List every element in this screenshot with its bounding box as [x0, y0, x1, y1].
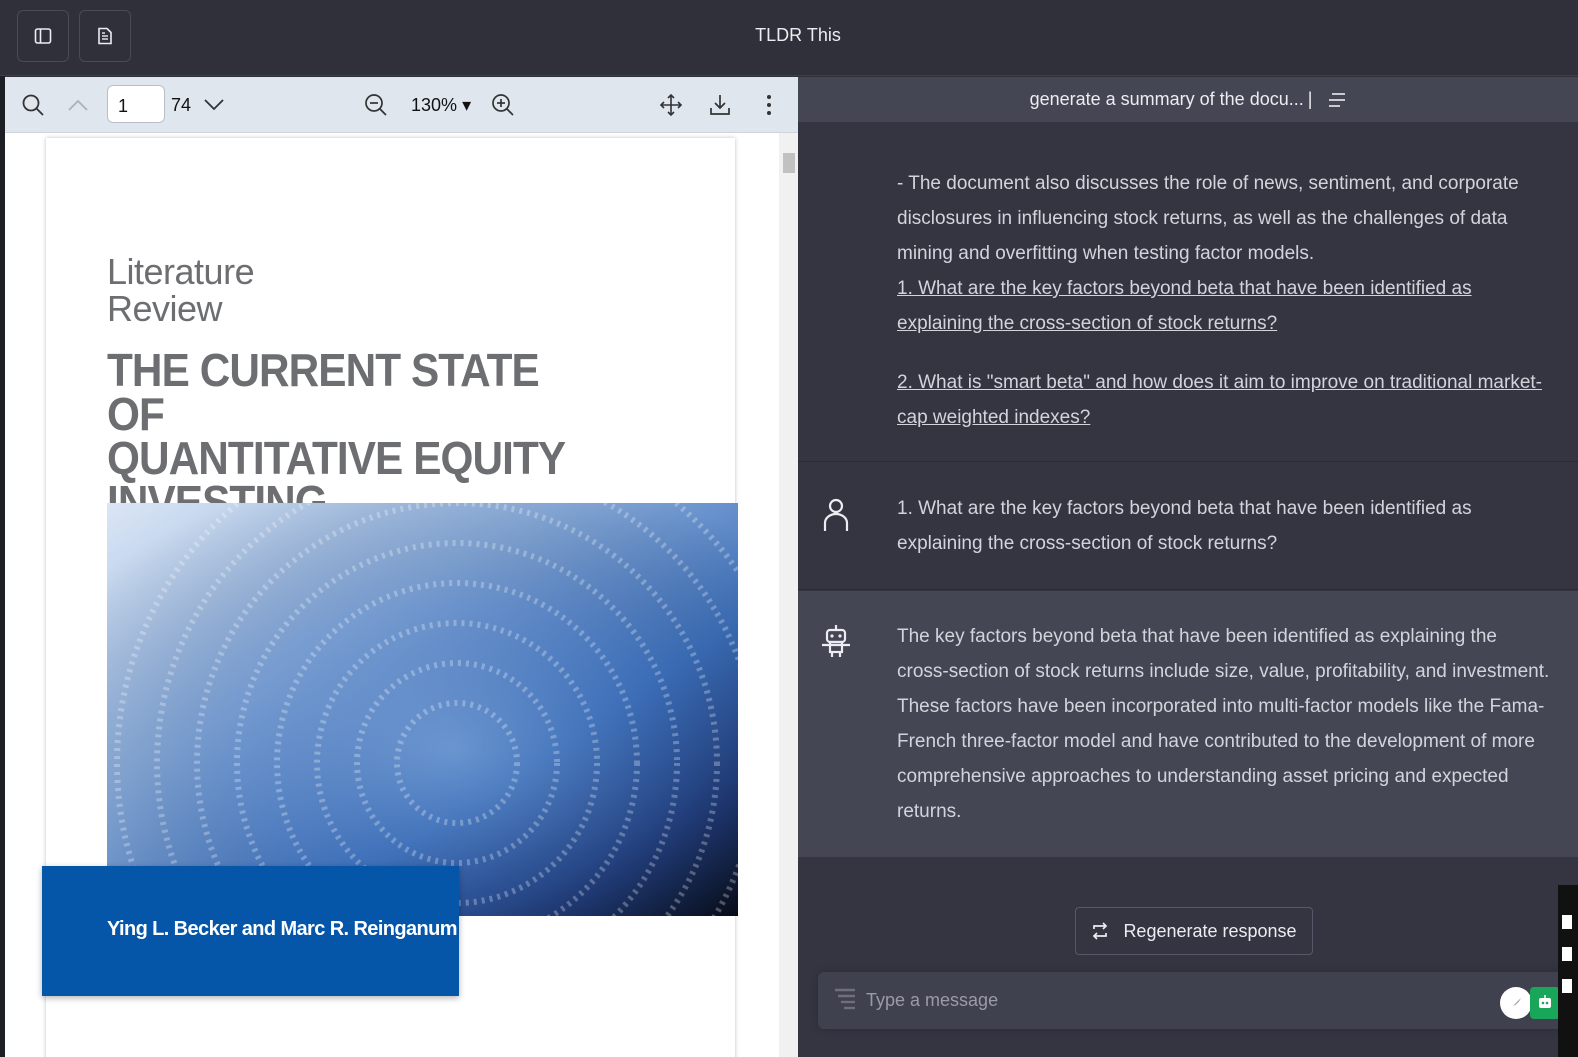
scrollbar-thumb[interactable]: [783, 153, 795, 173]
search-icon: [22, 94, 44, 116]
doc-kicker-line: Literature: [107, 251, 255, 292]
message-input-bar: [818, 972, 1568, 1029]
top-bar: TLDR This: [0, 0, 1578, 76]
download-icon: [710, 95, 730, 115]
doc-kicker: Literature Review: [107, 251, 255, 329]
search-button[interactable]: [17, 89, 49, 121]
bot-avatar: [820, 621, 852, 661]
robot-icon: [1539, 995, 1551, 1008]
regenerate-response-button[interactable]: Regenerate response: [1075, 907, 1313, 955]
previous-page-button[interactable]: [62, 89, 94, 121]
widget-square: [1562, 947, 1572, 961]
regenerate-label: Regenerate response: [1123, 920, 1297, 941]
summary-text: - The document also discusses the role o…: [897, 166, 1547, 435]
app-title: TLDR This: [755, 25, 841, 45]
zoom-out-button[interactable]: [360, 89, 392, 121]
doc-title: THE CURRENT STATE OF QUANTITATIVE EQUITY…: [107, 344, 604, 525]
summary-tail: - The document also discusses the role o…: [897, 173, 1519, 264]
feather-icon: [1511, 998, 1521, 1008]
zoom-select[interactable]: 130% ▾: [411, 95, 471, 116]
page-total: 74: [171, 95, 192, 115]
prompt-list-icon[interactable]: [834, 988, 856, 1012]
bot-message: The key factors beyond beta that have be…: [798, 591, 1578, 857]
zoom-out-icon: [365, 94, 387, 116]
user-message-text: 1. What are the key factors beyond beta …: [897, 498, 1472, 554]
download-button[interactable]: [704, 89, 736, 121]
user-avatar: [820, 495, 852, 535]
author-banner: Ying L. Becker and Marc R. Reinganum: [42, 866, 459, 996]
doc-authors: Ying L. Becker and Marc R. Reinganum: [107, 918, 458, 940]
suggested-question-link[interactable]: 1. What are the key factors beyond beta …: [897, 271, 1547, 341]
zoom-value: 130%: [411, 95, 458, 115]
page-number-input[interactable]: 1: [107, 85, 165, 123]
feather-button[interactable]: [1500, 987, 1532, 1019]
doc-title-line: QUANTITATIVE EQUITY: [107, 432, 566, 484]
bot-summary-message: - The document also discusses the role o…: [798, 122, 1578, 462]
pdf-page-view[interactable]: Literature Review THE CURRENT STATE OF Q…: [5, 133, 798, 1057]
pdf-viewer: 1 74 130% ▾ Literature Review THE CURREN…: [5, 77, 798, 1057]
message-input[interactable]: [866, 986, 1466, 1014]
bot-send-button[interactable]: [1530, 987, 1560, 1019]
fit-page-button[interactable]: [655, 89, 687, 121]
text-cursor-icon: |: [1307, 89, 1313, 109]
zoom-in-button[interactable]: [487, 89, 519, 121]
chat-header: generate a summary of the docu... |: [798, 77, 1578, 122]
chat-panel: generate a summary of the docu... | - Th…: [798, 77, 1578, 1057]
move-arrows-icon: [659, 93, 683, 117]
chevron-up-icon: [68, 99, 88, 111]
next-page-button[interactable]: [198, 89, 230, 121]
doc-kicker-line: Review: [107, 288, 223, 329]
pdf-scrollbar[interactable]: [779, 133, 798, 1057]
chevron-down-icon: [204, 99, 224, 111]
suggested-question-link[interactable]: 2. What is "smart beta" and how does it …: [897, 365, 1547, 435]
menu-lines-icon[interactable]: [1328, 92, 1346, 108]
refresh-icon: [1093, 922, 1108, 940]
pdf-toolbar: 1 74 130% ▾: [5, 77, 798, 133]
caret-down-icon: ▾: [462, 95, 472, 115]
floating-widget-edge: [1558, 885, 1578, 1057]
user-message: 1. What are the key factors beyond beta …: [798, 463, 1578, 590]
widget-square: [1562, 915, 1572, 929]
widget-square: [1562, 979, 1572, 993]
more-vertical-icon: [767, 95, 771, 115]
chat-header-title[interactable]: generate a summary of the docu...: [1030, 89, 1304, 110]
doc-title-line: THE CURRENT STATE OF: [107, 344, 540, 440]
zoom-in-icon: [492, 94, 514, 116]
robot-icon: [822, 625, 850, 657]
cover-image: [107, 503, 738, 916]
bot-message-text: The key factors beyond beta that have be…: [897, 626, 1550, 822]
more-options-button[interactable]: [753, 89, 785, 121]
pdf-page: Literature Review THE CURRENT STATE OF Q…: [42, 138, 738, 1057]
user-icon: [823, 498, 849, 531]
